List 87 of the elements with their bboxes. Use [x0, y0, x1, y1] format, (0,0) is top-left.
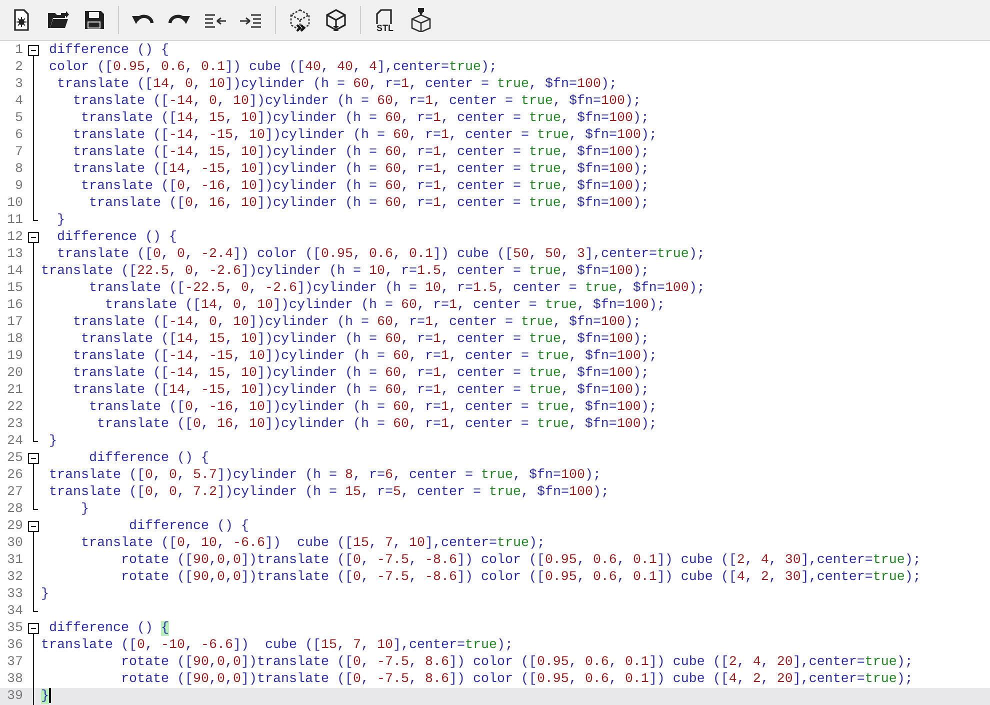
fold-minus-icon[interactable]	[28, 45, 39, 56]
code-line: }	[80, 501, 89, 518]
line-number: 8	[15, 162, 23, 177]
code-line: translate ([0, -16, 10])cylinder (h = 60, r=1, center = true, $fn=100);	[88, 399, 657, 416]
code-line: difference () {	[128, 518, 249, 535]
code-line: rotate ([90,0,0])translate ([0, -7.5, 8.6]) color ([0.95, 0.6, 0.1]) cube ([4, 2, 20],center=true);	[120, 671, 913, 688]
code-line: translate ([14, 0, 10])cylinder (h = 60, r=1, center = true, $fn=100);	[104, 297, 665, 314]
dotted-cube-icon	[288, 8, 312, 32]
code-line: translate ([14, 15, 10])cylinder (h = 60, r=1, center = true, $fn=100);	[80, 110, 649, 127]
code-line: translate ([-14, 0, 10])cylinder (h = 60, r=1, center = true, $fn=100);	[72, 314, 641, 331]
line-number: 13	[7, 247, 23, 262]
fold-minus-icon[interactable]	[28, 521, 39, 532]
line-number: 3	[15, 77, 23, 92]
line-number: 25	[7, 451, 23, 466]
line-number: 24	[7, 434, 23, 449]
line-number: 26	[7, 468, 23, 483]
line-number: 22	[7, 400, 23, 415]
code-line: translate ([-14, 15, 10])cylinder (h = 60, r=1, center = true, $fn=100);	[72, 144, 649, 161]
line-number: 1	[15, 43, 23, 58]
export-stl-button[interactable]: STL	[367, 2, 403, 38]
code-line: difference () {	[48, 42, 169, 59]
line-number: 20	[7, 366, 23, 381]
printer-nozzle-icon	[409, 8, 433, 32]
code-line: translate ([-14, -15, 10])cylinder (h = 60, r=1, center = true, $fn=100);	[72, 127, 657, 144]
code-line: }	[48, 433, 57, 450]
line-number: 6	[15, 128, 23, 143]
fold-minus-icon[interactable]	[28, 232, 39, 243]
line-number: 7	[15, 145, 23, 160]
code-line: translate ([0, 0, -2.4]) color ([0.95, 0.6, 0.1]) cube ([50, 50, 3],center=true);	[56, 246, 705, 263]
code-line: translate ([0, 16, 10])cylinder (h = 60, r=1, center = true, $fn=100);	[96, 416, 657, 433]
code-line: difference () {	[48, 620, 169, 637]
code-line: translate ([14, -15, 10])cylinder (h = 60, r=1, center = true, $fn=100);	[72, 161, 649, 178]
line-number: 4	[15, 94, 23, 109]
code-line: translate ([-22.5, 0, -2.6])cylinder (h = 10, r=1.5, center = true, $fn=100);	[88, 280, 705, 297]
line-number: 37	[7, 655, 23, 670]
line-number: 5	[15, 111, 23, 126]
code-line: translate ([14, 15, 10])cylinder (h = 60, r=1, center = true, $fn=100);	[80, 331, 649, 348]
line-number: 14	[7, 264, 23, 279]
line-number: 21	[7, 383, 23, 398]
line-number: 17	[7, 315, 23, 330]
cube-icon	[324, 8, 348, 32]
line-number: 32	[7, 570, 23, 585]
line-number: 10	[7, 196, 23, 211]
save-icon	[82, 8, 106, 32]
line-number: 35	[7, 621, 23, 636]
line-number: 18	[7, 332, 23, 347]
line-number: 15	[7, 281, 23, 296]
code-line: translate ([-14, 0, 10])cylinder (h = 60, r=1, center = true, $fn=100);	[72, 93, 641, 110]
line-number: 30	[7, 536, 23, 551]
line-number: 16	[7, 298, 23, 313]
fold-minus-icon[interactable]	[28, 623, 39, 634]
line-number: 2	[15, 60, 23, 75]
code-line: translate ([-14, -15, 10])cylinder (h = 60, r=1, center = true, $fn=100);	[72, 348, 657, 365]
code-line: }	[41, 586, 49, 603]
code-line: translate ([0, -16, 10])cylinder (h = 60, r=1, center = true, $fn=100);	[80, 178, 649, 195]
code-line: translate ([0, 0, 7.2])cylinder (h = 15, r=5, center = true, $fn=100);	[48, 484, 609, 501]
code-line: difference () {	[88, 450, 209, 467]
line-number: 36	[7, 638, 23, 653]
line-number: 31	[7, 553, 23, 568]
code-line: difference () {	[56, 229, 177, 246]
line-number: 9	[15, 179, 23, 194]
line-number: 23	[7, 417, 23, 432]
line-number: 28	[7, 502, 23, 517]
code-line: rotate ([90,0,0])translate ([0, -7.5, -8.6]) color ([0.95, 0.6, 0.1]) cube ([2, 4, 30],center=true);	[120, 552, 921, 569]
code-line: translate ([14, -15, 10])cylinder (h = 60, r=1, center = true, $fn=100);	[72, 382, 649, 399]
text-cursor	[49, 688, 51, 703]
code-line: translate ([0, 10, -6.6]) cube ([15, 7, 10],center=true);	[80, 535, 545, 552]
line-number: 27	[7, 485, 23, 500]
line-number: 33	[7, 587, 23, 602]
code-line: translate ([0, 16, 10])cylinder (h = 60, r=1, center = true, $fn=100);	[88, 195, 649, 212]
line-number: 11	[7, 213, 23, 228]
fold-minus-icon[interactable]	[28, 453, 39, 464]
line-number: 38	[7, 672, 23, 687]
code-line: translate ([0, 0, 5.7])cylinder (h = 8, r=6, center = true, $fn=100);	[48, 467, 601, 484]
line-number: 29	[7, 519, 23, 534]
code-line: translate ([0, -10, -6.6]) cube ([15, 7, 10],center=true);	[41, 637, 513, 654]
code-line: }	[56, 212, 65, 229]
code-line: translate ([-14, 15, 10])cylinder (h = 60, r=1, center = true, $fn=100);	[72, 365, 649, 382]
code-line: color ([0.95, 0.6, 0.1]) cube ([40, 40, 4],center=true);	[48, 59, 497, 76]
code-line: rotate ([90,0,0])translate ([0, -7.5, 8.6]) color ([0.95, 0.6, 0.1]) cube ([2, 4, 20],center=true);	[120, 654, 913, 671]
code-line: rotate ([90,0,0])translate ([0, -7.5, -8.6]) color ([0.95, 0.6, 0.1]) cube ([4, 2, 30],center=true);	[120, 569, 921, 586]
line-number: 12	[7, 230, 23, 245]
line-number: 19	[7, 349, 23, 364]
code-line: translate ([22.5, 0, -2.6])cylinder (h = 10, r=1.5, center = true, $fn=100);	[41, 263, 649, 280]
line-number: 34	[7, 604, 23, 619]
line-number: 39	[7, 689, 23, 704]
code-line: translate ([14, 0, 10])cylinder (h = 60, r=1, center = true, $fn=100);	[56, 76, 617, 93]
